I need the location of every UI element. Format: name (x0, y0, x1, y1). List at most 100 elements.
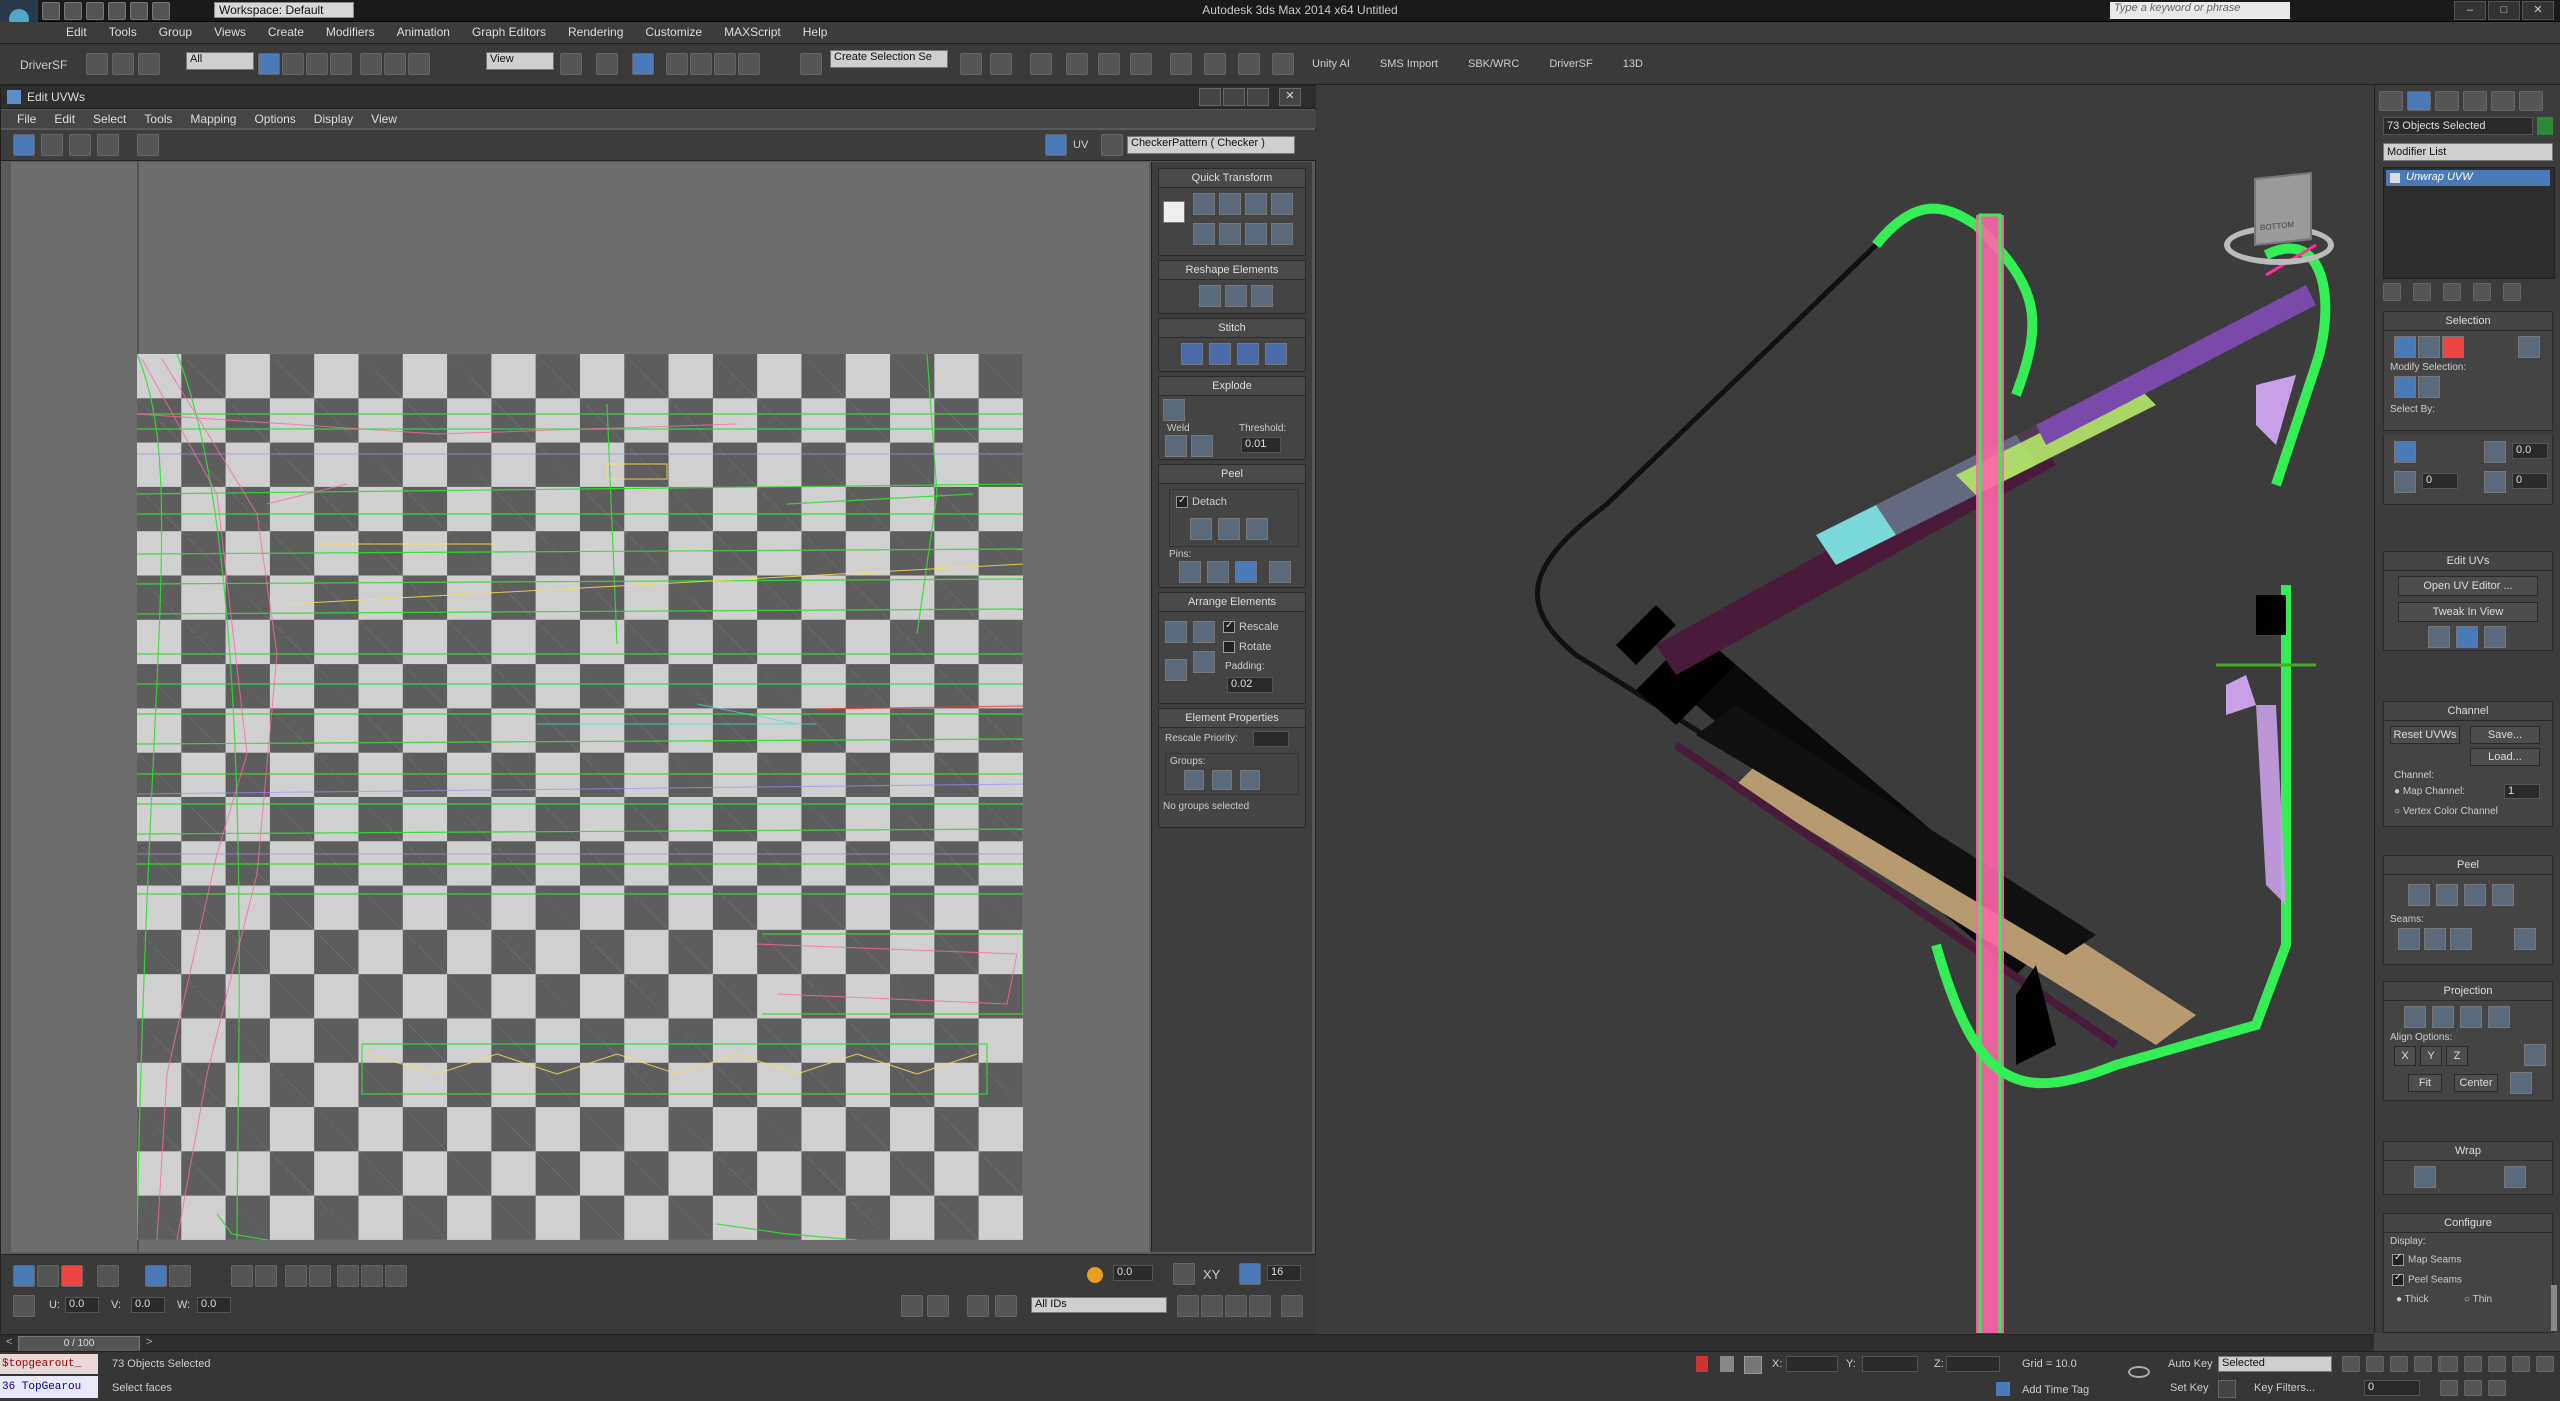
element-select-icon[interactable] (2518, 336, 2540, 358)
select-and-move-icon[interactable] (360, 53, 382, 75)
hold-icon[interactable] (152, 2, 170, 20)
paint-grow-icon[interactable] (361, 1265, 383, 1287)
undo-icon[interactable] (108, 2, 126, 20)
toolbar-tab-unity-ai[interactable]: Unity AI (1312, 58, 1350, 70)
command-panel-scrollbar[interactable] (2551, 1285, 2557, 1331)
zoom-extents-nav-icon[interactable] (2488, 1356, 2506, 1372)
weld-all-icon[interactable] (1191, 435, 1213, 457)
pack-normalize-icon[interactable] (1165, 659, 1187, 681)
menu-tools[interactable]: Tools (98, 25, 148, 39)
stitch-to-average-icon[interactable] (1209, 343, 1231, 365)
ungroup-icon[interactable] (1212, 770, 1232, 790)
paint-shrink-icon[interactable] (385, 1265, 407, 1287)
key-filters-button[interactable]: Key Filters... (2254, 1382, 2315, 1394)
key-icon[interactable] (2128, 1366, 2150, 1378)
snaps-toggle-icon[interactable] (666, 53, 688, 75)
space-horizontal-icon[interactable] (1271, 193, 1293, 215)
edge-mode-icon[interactable] (37, 1265, 59, 1287)
snap-icon[interactable] (1281, 1295, 1303, 1317)
polygon-select-icon[interactable] (2442, 336, 2464, 358)
schematic-view-icon[interactable] (1130, 53, 1152, 75)
key-mode-icon[interactable] (2218, 1380, 2236, 1398)
stitch-custom-icon[interactable] (1265, 343, 1287, 365)
time-slider[interactable]: < 0 / 100 > (0, 1334, 2374, 1352)
perspective-viewport[interactable]: BOTTOM (1316, 85, 2374, 1347)
named-selection-dropdown[interactable]: Create Selection Se (830, 50, 948, 68)
mirror-icon[interactable] (960, 53, 982, 75)
quick-peel-icon[interactable] (1190, 518, 1212, 540)
soft-selection-icon[interactable] (1087, 1267, 1103, 1283)
maxscript-listener-line1[interactable]: $topgearout_ (0, 1354, 98, 1374)
link-icon[interactable] (86, 53, 108, 75)
arrange-elements-header[interactable]: Arrange Elements (1159, 593, 1305, 612)
utilities-tab-icon[interactable] (2519, 91, 2543, 111)
edit-named-selection-icon[interactable] (800, 53, 822, 75)
lightbulb-icon[interactable] (2390, 173, 2400, 183)
vertex-color-radio[interactable]: ○ Vertex Color Channel (2394, 806, 2498, 817)
field-of-view-icon[interactable] (2536, 1356, 2554, 1372)
reset-peel-cmd-icon[interactable] (2464, 884, 2486, 906)
time-next-arrow[interactable]: > (146, 1336, 152, 1348)
isolate-selection-icon[interactable] (1696, 1356, 1708, 1372)
pin-stack-icon[interactable] (2383, 283, 2401, 301)
vertex-select-icon[interactable] (2394, 336, 2416, 358)
save-icon[interactable] (86, 2, 104, 20)
texture-dropdown[interactable]: CheckerPattern ( Checker ) (1127, 136, 1295, 154)
unpin-icon[interactable] (1207, 561, 1229, 583)
rotate-icon[interactable] (41, 134, 63, 156)
v-input[interactable]: 0.0 (131, 1297, 165, 1313)
falloff-type-icon[interactable] (1173, 1263, 1195, 1285)
zoom-icon[interactable] (1201, 1295, 1223, 1317)
next-frame-icon[interactable] (2414, 1356, 2432, 1372)
lock-selection-icon[interactable] (901, 1295, 923, 1317)
convert-edge-icon[interactable] (2492, 884, 2514, 906)
transform-center-icon[interactable] (1163, 201, 1185, 223)
quick-planar-map-icon[interactable] (2428, 626, 2450, 648)
limit-selection-icon[interactable] (1239, 1263, 1261, 1285)
detach-checkbox[interactable]: Detach (1176, 496, 1227, 509)
planar-angle-input[interactable]: 0.0 (2512, 443, 2548, 459)
align-quick-map-icon[interactable] (2484, 626, 2506, 648)
previous-frame-icon[interactable] (2366, 1356, 2384, 1372)
object-name-field[interactable]: 73 Objects Selected (2383, 117, 2533, 135)
menu-group[interactable]: Group (148, 25, 203, 39)
maximize-viewport-icon[interactable] (2488, 1380, 2506, 1396)
bind-space-warp-icon[interactable] (138, 53, 160, 75)
stitch-to-source-icon[interactable] (1237, 343, 1259, 365)
grow-selection-icon[interactable] (231, 1265, 253, 1287)
channel-header[interactable]: Channel (2384, 702, 2552, 721)
material-ids-dropdown[interactable]: All IDs (1031, 1297, 1167, 1313)
toolbar-tab-sbk-wrc[interactable]: SBK/WRC (1468, 58, 1519, 70)
select-by-name-icon[interactable] (282, 53, 304, 75)
reference-coordinate-dropdown[interactable]: View (486, 52, 554, 70)
explode-header[interactable]: Explode (1159, 377, 1305, 396)
menu-maxscript[interactable]: MAXScript (713, 25, 792, 39)
select-and-scale-icon[interactable] (408, 53, 430, 75)
select-pins-icon[interactable] (1269, 561, 1291, 583)
uvw-menu-tools[interactable]: Tools (144, 112, 172, 126)
render-setup-icon[interactable] (1204, 53, 1226, 75)
peel-mode-icon[interactable] (1218, 518, 1240, 540)
rotate-90-ccw-icon[interactable] (1245, 223, 1267, 245)
menu-graph-editors[interactable]: Graph Editors (461, 25, 557, 39)
open-icon[interactable] (64, 2, 82, 20)
go-to-start-icon[interactable] (2342, 1356, 2360, 1372)
quick-transform-header[interactable]: Quick Transform (1159, 169, 1305, 188)
zoom-extents-all-icon[interactable] (2512, 1356, 2530, 1372)
modifier-stack-item[interactable]: Unwrap UVW (2386, 170, 2550, 186)
workspace-dropdown[interactable]: Workspace: Default (214, 2, 354, 18)
freeform-icon[interactable] (97, 134, 119, 156)
current-frame-input[interactable]: 0 (2364, 1380, 2420, 1396)
remove-modifier-icon[interactable] (2473, 283, 2491, 301)
show-map-icon[interactable] (1045, 134, 1067, 156)
w-input[interactable]: 0.0 (197, 1297, 231, 1313)
time-slider-thumb[interactable]: 0 / 100 (18, 1336, 140, 1352)
peel-header[interactable]: Peel (1159, 465, 1305, 484)
unlink-icon[interactable] (112, 53, 134, 75)
menu-animation[interactable]: Animation (386, 25, 461, 39)
viewcube-face[interactable]: BOTTOM (2254, 171, 2312, 247)
peel-mode-cmd-icon[interactable] (2436, 884, 2458, 906)
space-vertical-icon[interactable] (1271, 223, 1293, 245)
spinner-snap-icon[interactable] (738, 53, 760, 75)
graphite-ribbon-icon[interactable] (1066, 53, 1088, 75)
